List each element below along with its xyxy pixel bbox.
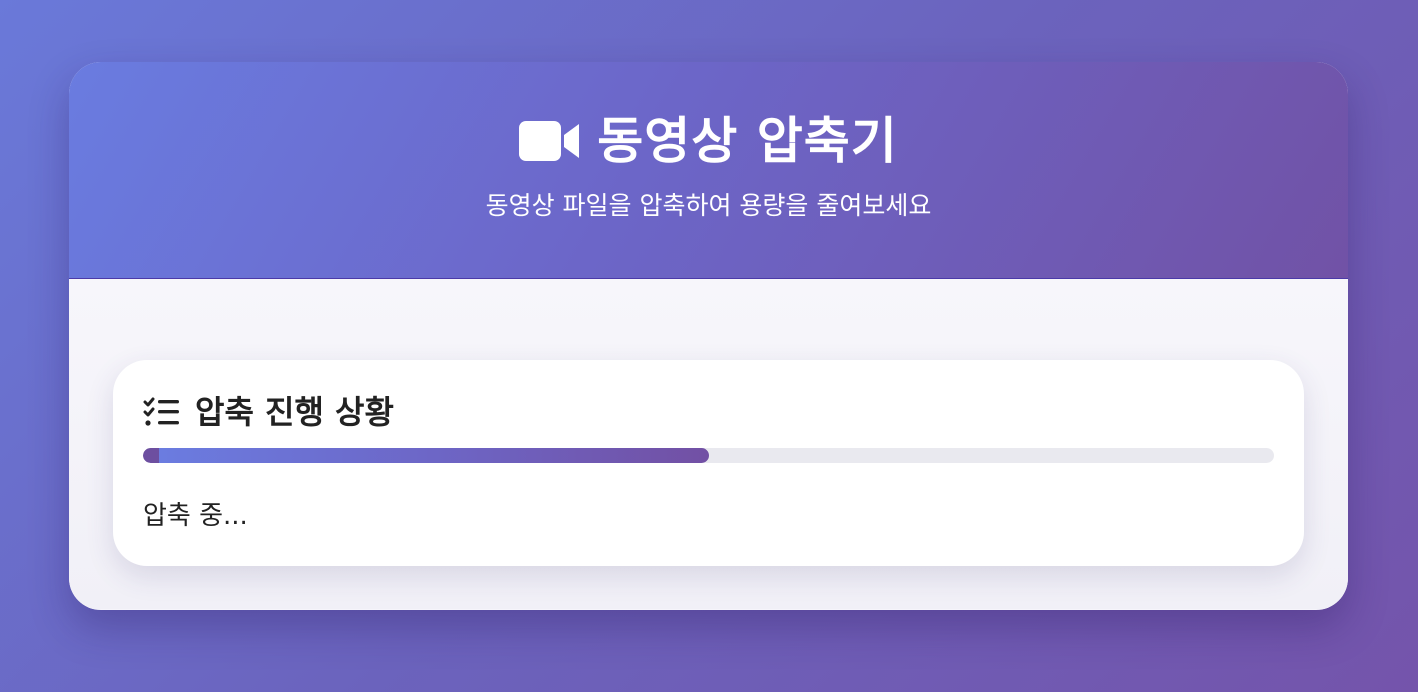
progress-bar bbox=[143, 448, 1274, 463]
header: 동영상 압축기 동영상 파일을 압축하여 용량을 줄여보세요 bbox=[69, 62, 1348, 279]
progress-bar-fill bbox=[143, 448, 709, 463]
app-subtitle: 동영상 파일을 압축하여 용량을 줄여보세요 bbox=[485, 191, 932, 220]
app-window: 동영상 압축기 동영상 파일을 압축하여 용량을 줄여보세요 압축 진행 상황 bbox=[69, 62, 1348, 610]
progress-heading: 압축 진행 상황 bbox=[195, 393, 394, 431]
task-list-icon bbox=[143, 396, 181, 428]
main-content: 압축 진행 상황 압축 중... bbox=[69, 279, 1348, 609]
title-row: 동영상 압축기 bbox=[69, 110, 1348, 172]
progress-card-header: 압축 진행 상황 bbox=[143, 392, 1274, 432]
app-title: 동영상 압축기 bbox=[597, 112, 898, 170]
status-text: 압축 중... bbox=[143, 501, 248, 531]
video-camera-icon bbox=[519, 119, 581, 163]
progress-card: 압축 진행 상황 압축 중... bbox=[113, 360, 1304, 566]
